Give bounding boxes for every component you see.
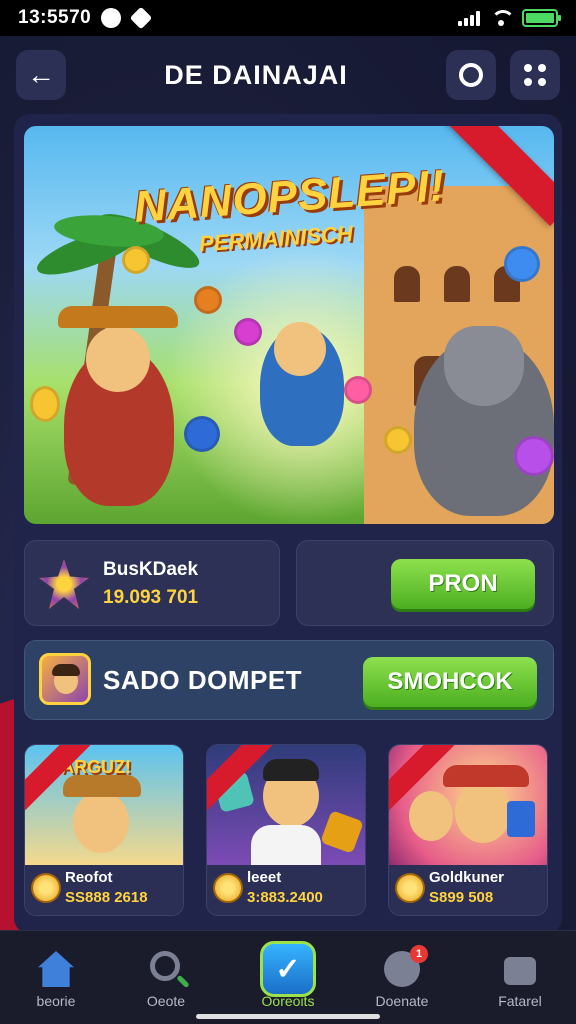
coin-art bbox=[344, 376, 372, 404]
notification-badge: 1 bbox=[410, 945, 428, 963]
coin-art bbox=[194, 286, 222, 314]
balance-card[interactable]: BusKDaek 19.093 701 bbox=[24, 540, 280, 626]
character-art bbox=[455, 781, 511, 843]
home-indicator bbox=[196, 1014, 380, 1019]
nav-item-shop[interactable]: Fatarel bbox=[470, 941, 570, 1011]
bottom-nav: beorie Oeote ✓ Ooreoits 1 Doenate Fatare… bbox=[0, 930, 576, 1024]
runner-face-art bbox=[274, 322, 326, 376]
settings-button[interactable] bbox=[446, 50, 496, 100]
character-art bbox=[73, 791, 129, 853]
status-time: 13:5570 bbox=[18, 7, 92, 28]
nav-label: beorie bbox=[36, 993, 76, 1009]
hat-art bbox=[63, 775, 141, 797]
shield-check-icon: ✓ bbox=[260, 941, 316, 997]
game-value: 3:883.2400 bbox=[247, 889, 323, 906]
search-handle-icon bbox=[176, 974, 190, 989]
coin-icon bbox=[31, 873, 61, 903]
game-footer: Reofot SS888 2618 bbox=[25, 865, 183, 915]
balance-value: 19.093 701 bbox=[103, 587, 199, 608]
nav-item-home[interactable]: beorie bbox=[6, 941, 106, 1011]
star-icon bbox=[39, 559, 89, 609]
grid-icon bbox=[524, 64, 546, 86]
coin-art bbox=[122, 246, 150, 274]
signal-icon bbox=[458, 10, 480, 26]
bag-icon bbox=[504, 957, 536, 985]
nav-label: Fatarel bbox=[498, 993, 542, 1009]
page-title: DE DAINAJAI bbox=[164, 59, 348, 90]
game-footer: leeet 3:883.2400 bbox=[207, 865, 365, 915]
game-footer: Goldkuner S899 508 bbox=[389, 865, 547, 915]
coin-art bbox=[234, 318, 262, 346]
card-art bbox=[507, 801, 535, 837]
game-value: S899 508 bbox=[429, 889, 494, 906]
pirate-hat-art bbox=[58, 306, 178, 328]
game-name: Goldkuner bbox=[429, 869, 505, 886]
status-right bbox=[458, 9, 561, 27]
game-card[interactable]: Goldkuner S899 508 bbox=[388, 744, 548, 916]
coin-art bbox=[384, 426, 412, 454]
coin-art bbox=[514, 436, 554, 476]
status-left-icons bbox=[101, 6, 153, 30]
arrow-left-icon: ← bbox=[27, 59, 55, 90]
avatar[interactable] bbox=[39, 653, 91, 705]
wallet-label: SADO DOMPET bbox=[103, 665, 303, 695]
nav-item-gauge[interactable]: 1 Doenate bbox=[352, 941, 452, 1011]
character-art bbox=[409, 791, 453, 841]
promo-banner[interactable]: NANOPSLEPI! PERMAINISCH bbox=[24, 126, 554, 524]
pirate-face-art bbox=[86, 326, 150, 392]
game-value: SS888 2618 bbox=[65, 889, 148, 906]
action-card: PRON bbox=[296, 540, 554, 626]
coin-icon bbox=[213, 873, 243, 903]
gear-icon bbox=[459, 63, 483, 87]
game-card[interactable]: leeet 3:883.2400 bbox=[206, 744, 366, 916]
wolf-head-art bbox=[444, 326, 524, 406]
app-header: ← DE DAINAJAI bbox=[0, 36, 576, 114]
back-button[interactable]: ← bbox=[16, 50, 66, 100]
pron-button[interactable]: PRON bbox=[391, 559, 535, 609]
nav-item-center[interactable]: ✓ Ooreoits bbox=[238, 941, 338, 1011]
hair-art bbox=[263, 759, 319, 781]
balance-row: BusKDaek 19.093 701 PRON bbox=[24, 540, 554, 626]
shirt-art bbox=[251, 825, 321, 867]
battery-icon bbox=[522, 9, 561, 27]
balance-name: BusKDaek bbox=[103, 559, 199, 580]
nav-label: Oeote bbox=[146, 993, 186, 1009]
home-icon bbox=[38, 951, 74, 987]
notification-icon bbox=[101, 8, 122, 28]
game-card[interactable]: ARGUZ! Reofot SS888 2618 bbox=[24, 744, 184, 916]
coin-art bbox=[30, 386, 60, 422]
header-actions bbox=[446, 50, 560, 100]
status-bar: 13:5570 bbox=[0, 0, 576, 36]
nav-label: Ooreoits bbox=[261, 993, 315, 1009]
nav-item-search[interactable]: Oeote bbox=[116, 941, 216, 1011]
game-name: leeet bbox=[247, 869, 282, 886]
coin-icon bbox=[395, 873, 425, 903]
coin-art bbox=[184, 416, 220, 452]
menu-button[interactable] bbox=[510, 50, 560, 100]
game-name: Reofot bbox=[65, 869, 113, 886]
nav-label: Doenate bbox=[375, 993, 429, 1009]
gem-art bbox=[320, 810, 364, 854]
coin-art bbox=[504, 246, 540, 282]
hat-art bbox=[443, 765, 529, 787]
wallet-row: SADO DOMPET SMOHCOK bbox=[24, 640, 554, 720]
wallet-button[interactable]: SMOHCOK bbox=[363, 657, 537, 707]
search-icon bbox=[150, 951, 180, 981]
app-notification-icon bbox=[129, 6, 153, 30]
wifi-icon bbox=[490, 10, 515, 26]
